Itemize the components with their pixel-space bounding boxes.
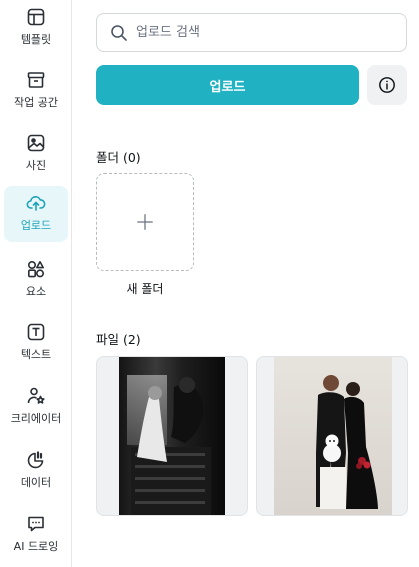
sidebar-item-uploads[interactable]: 업로드 — [4, 186, 68, 242]
sidebar-item-ai-drawing[interactable]: AI 드로잉 — [4, 507, 68, 563]
elements-shapes-icon — [25, 258, 47, 280]
sidebar-item-workspace[interactable]: 작업 공간 — [4, 63, 68, 119]
sidebar-item-label: 작업 공간 — [14, 96, 58, 109]
upload-button[interactable]: 업로드 — [96, 65, 359, 105]
sidebar-item-label: 텍스트 — [20, 348, 52, 361]
creator-star-icon — [25, 385, 47, 407]
info-icon — [378, 76, 396, 94]
sidebar-item-creators[interactable]: 크리에이터 — [4, 379, 68, 435]
info-button[interactable] — [367, 65, 407, 105]
files-section-title: 파일 (2) — [96, 332, 141, 347]
sidebar-item-photos[interactable]: 사진 — [4, 126, 68, 182]
plus-icon — [136, 213, 154, 231]
folders-section-title: 폴더 (0) — [96, 150, 141, 165]
new-folder-label: 새 폴더 — [126, 282, 164, 296]
sidebar-item-label: 데이터 — [20, 476, 52, 489]
studio-couple-photo — [274, 357, 392, 515]
sidebar-item-label: 사진 — [25, 159, 47, 172]
text-box-icon — [25, 321, 47, 343]
ai-chat-icon — [25, 513, 47, 535]
new-folder-button[interactable] — [96, 173, 194, 271]
search-input[interactable] — [136, 25, 396, 40]
sidebar-item-label: 크리에이터 — [10, 412, 62, 425]
file-thumbnail[interactable] — [96, 356, 248, 516]
sidebar-item-label: 템플릿 — [20, 33, 52, 46]
search-icon — [110, 24, 128, 42]
uploads-panel: 업로드 폴더 (0) 새 폴더 파일 (2) — [72, 0, 419, 567]
chart-data-icon — [25, 449, 47, 471]
sidebar-item-elements[interactable]: 요소 — [4, 252, 68, 308]
bw-wedding-photo — [119, 357, 225, 515]
sidebar-item-data[interactable]: 데이터 — [4, 443, 68, 499]
sidebar: 템플릿 작업 공간 사진 업로드 요소 텍스트 크리에이터 데이터 AI 드로잉 — [0, 0, 72, 567]
file-thumbnail[interactable] — [256, 356, 408, 516]
sidebar-item-label: AI 드로잉 — [13, 540, 59, 553]
sidebar-item-text[interactable]: 텍스트 — [4, 315, 68, 371]
search-box[interactable] — [96, 13, 407, 52]
sidebar-item-templates[interactable]: 템플릿 — [4, 0, 68, 56]
archive-box-icon — [25, 69, 47, 91]
sidebar-item-label: 요소 — [25, 285, 47, 298]
sidebar-item-label: 업로드 — [20, 219, 52, 232]
image-icon — [25, 132, 47, 154]
cloud-upload-icon — [25, 192, 47, 214]
template-icon — [25, 6, 47, 28]
